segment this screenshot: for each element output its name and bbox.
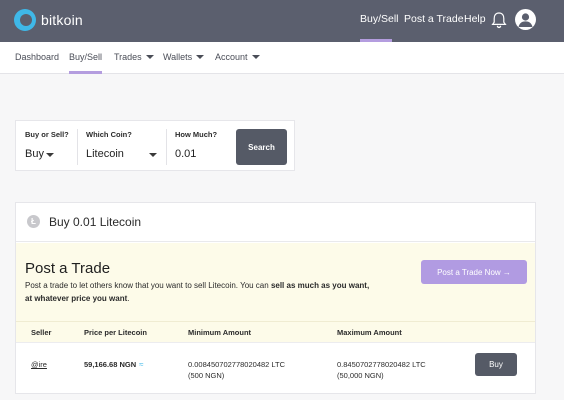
seller-link[interactable]: @ire: [31, 359, 47, 370]
column-price: Price per Litecoin: [84, 328, 147, 337]
column-max-amount: Maximum Amount: [337, 328, 402, 337]
bitkoin-logo-icon: [14, 9, 36, 31]
min-amount-crypto: 0.008450702778020482 LTC: [188, 360, 286, 369]
chevron-down-icon: [149, 153, 157, 157]
post-trade-desc-end: .: [127, 293, 130, 303]
listing-title: Buy 0.01 Litecoin: [49, 215, 142, 229]
topnav-help[interactable]: Help: [464, 13, 486, 25]
buy-or-sell-select[interactable]: Buy: [25, 148, 44, 160]
topnav-buy-sell[interactable]: Buy/Sell: [360, 13, 399, 25]
sub-nav: Dashboard Buy/Sell Trades Wallets Accoun…: [0, 42, 564, 74]
chevron-down-icon: [251, 55, 260, 59]
post-trade-now-button[interactable]: Post a Trade Now →: [421, 260, 527, 284]
brand-logo[interactable]: bitkoin: [14, 9, 83, 31]
listing-header: Ł Buy 0.01 Litecoin: [16, 203, 535, 242]
field-divider: [77, 129, 78, 165]
top-bar: bitkoin Buy/Sell Post a Trade Help: [0, 0, 564, 42]
chevron-down-icon: [145, 55, 154, 59]
subnav-active-indicator: [69, 71, 102, 74]
topnav-post-a-trade[interactable]: Post a Trade: [404, 13, 464, 25]
coin-field[interactable]: Which Coin? Litecoin: [86, 130, 157, 160]
bell-icon[interactable]: [491, 11, 507, 29]
table-header: Seller Price per Litecoin Minimum Amount…: [16, 321, 535, 342]
buy-or-sell-field[interactable]: Buy or Sell? Buy: [25, 130, 69, 160]
amount-label: How Much?: [175, 130, 218, 139]
chevron-down-icon: [46, 153, 54, 157]
max-amount-crypto: 0.8450702778020482 LTC: [337, 360, 426, 369]
amount-input[interactable]: 0.01: [175, 148, 196, 160]
column-min-amount: Minimum Amount: [188, 328, 252, 337]
post-trade-description: Post a trade to let others know that you…: [25, 280, 370, 305]
max-amount-cell: 0.8450702778020482 LTC (50,000 NGN): [337, 359, 426, 381]
price-cell: 59,166.68 NGN ≈: [84, 359, 144, 370]
subnav-dashboard-label: Dashboard: [15, 52, 60, 62]
buy-or-sell-label: Buy or Sell?: [25, 130, 69, 139]
subnav-account-label: Account: [215, 52, 248, 62]
subnav-wallets-label: Wallets: [163, 52, 193, 62]
subnav-wallets[interactable]: Wallets: [163, 52, 205, 62]
coin-label: Which Coin?: [86, 130, 132, 139]
min-amount-fiat: (500 NGN): [188, 371, 225, 380]
search-button[interactable]: Search: [236, 129, 287, 165]
buy-button[interactable]: Buy: [475, 353, 517, 376]
price-value: 59,166.68 NGN: [84, 360, 137, 369]
amount-field[interactable]: How Much? 0.01: [175, 130, 218, 160]
table-row: @ire 59,166.68 NGN ≈ 0.008450702778020482…: [16, 342, 535, 393]
user-avatar-icon[interactable]: [515, 9, 536, 30]
trade-search-form: Buy or Sell? Buy Which Coin? Litecoin Ho…: [15, 120, 295, 171]
post-trade-heading: Post a Trade: [25, 260, 111, 277]
listing-card: Ł Buy 0.01 Litecoin Post a Trade Post a …: [15, 202, 536, 394]
post-trade-desc-text: Post a trade to let others know that you…: [25, 281, 271, 290]
min-amount-cell: 0.008450702778020482 LTC (500 NGN): [188, 359, 285, 381]
subnav-account[interactable]: Account: [215, 52, 260, 62]
subnav-trades[interactable]: Trades: [114, 52, 154, 62]
brand-name: bitkoin: [41, 12, 83, 28]
max-amount-fiat: (50,000 NGN): [337, 371, 384, 380]
subnav-buy-sell-label: Buy/Sell: [69, 52, 103, 62]
field-divider: [166, 129, 167, 165]
subnav-buy-sell[interactable]: Buy/Sell: [69, 52, 102, 62]
subnav-trades-label: Trades: [114, 52, 142, 62]
litecoin-icon: Ł: [27, 215, 40, 228]
subnav-dashboard[interactable]: Dashboard: [15, 52, 59, 62]
post-trade-banner: Post a Trade Post a trade to let others …: [16, 243, 535, 321]
exchange-rate-icon: ≈: [139, 360, 144, 369]
coin-select[interactable]: Litecoin: [86, 148, 124, 160]
column-seller: Seller: [31, 328, 52, 337]
chevron-down-icon: [196, 55, 205, 59]
